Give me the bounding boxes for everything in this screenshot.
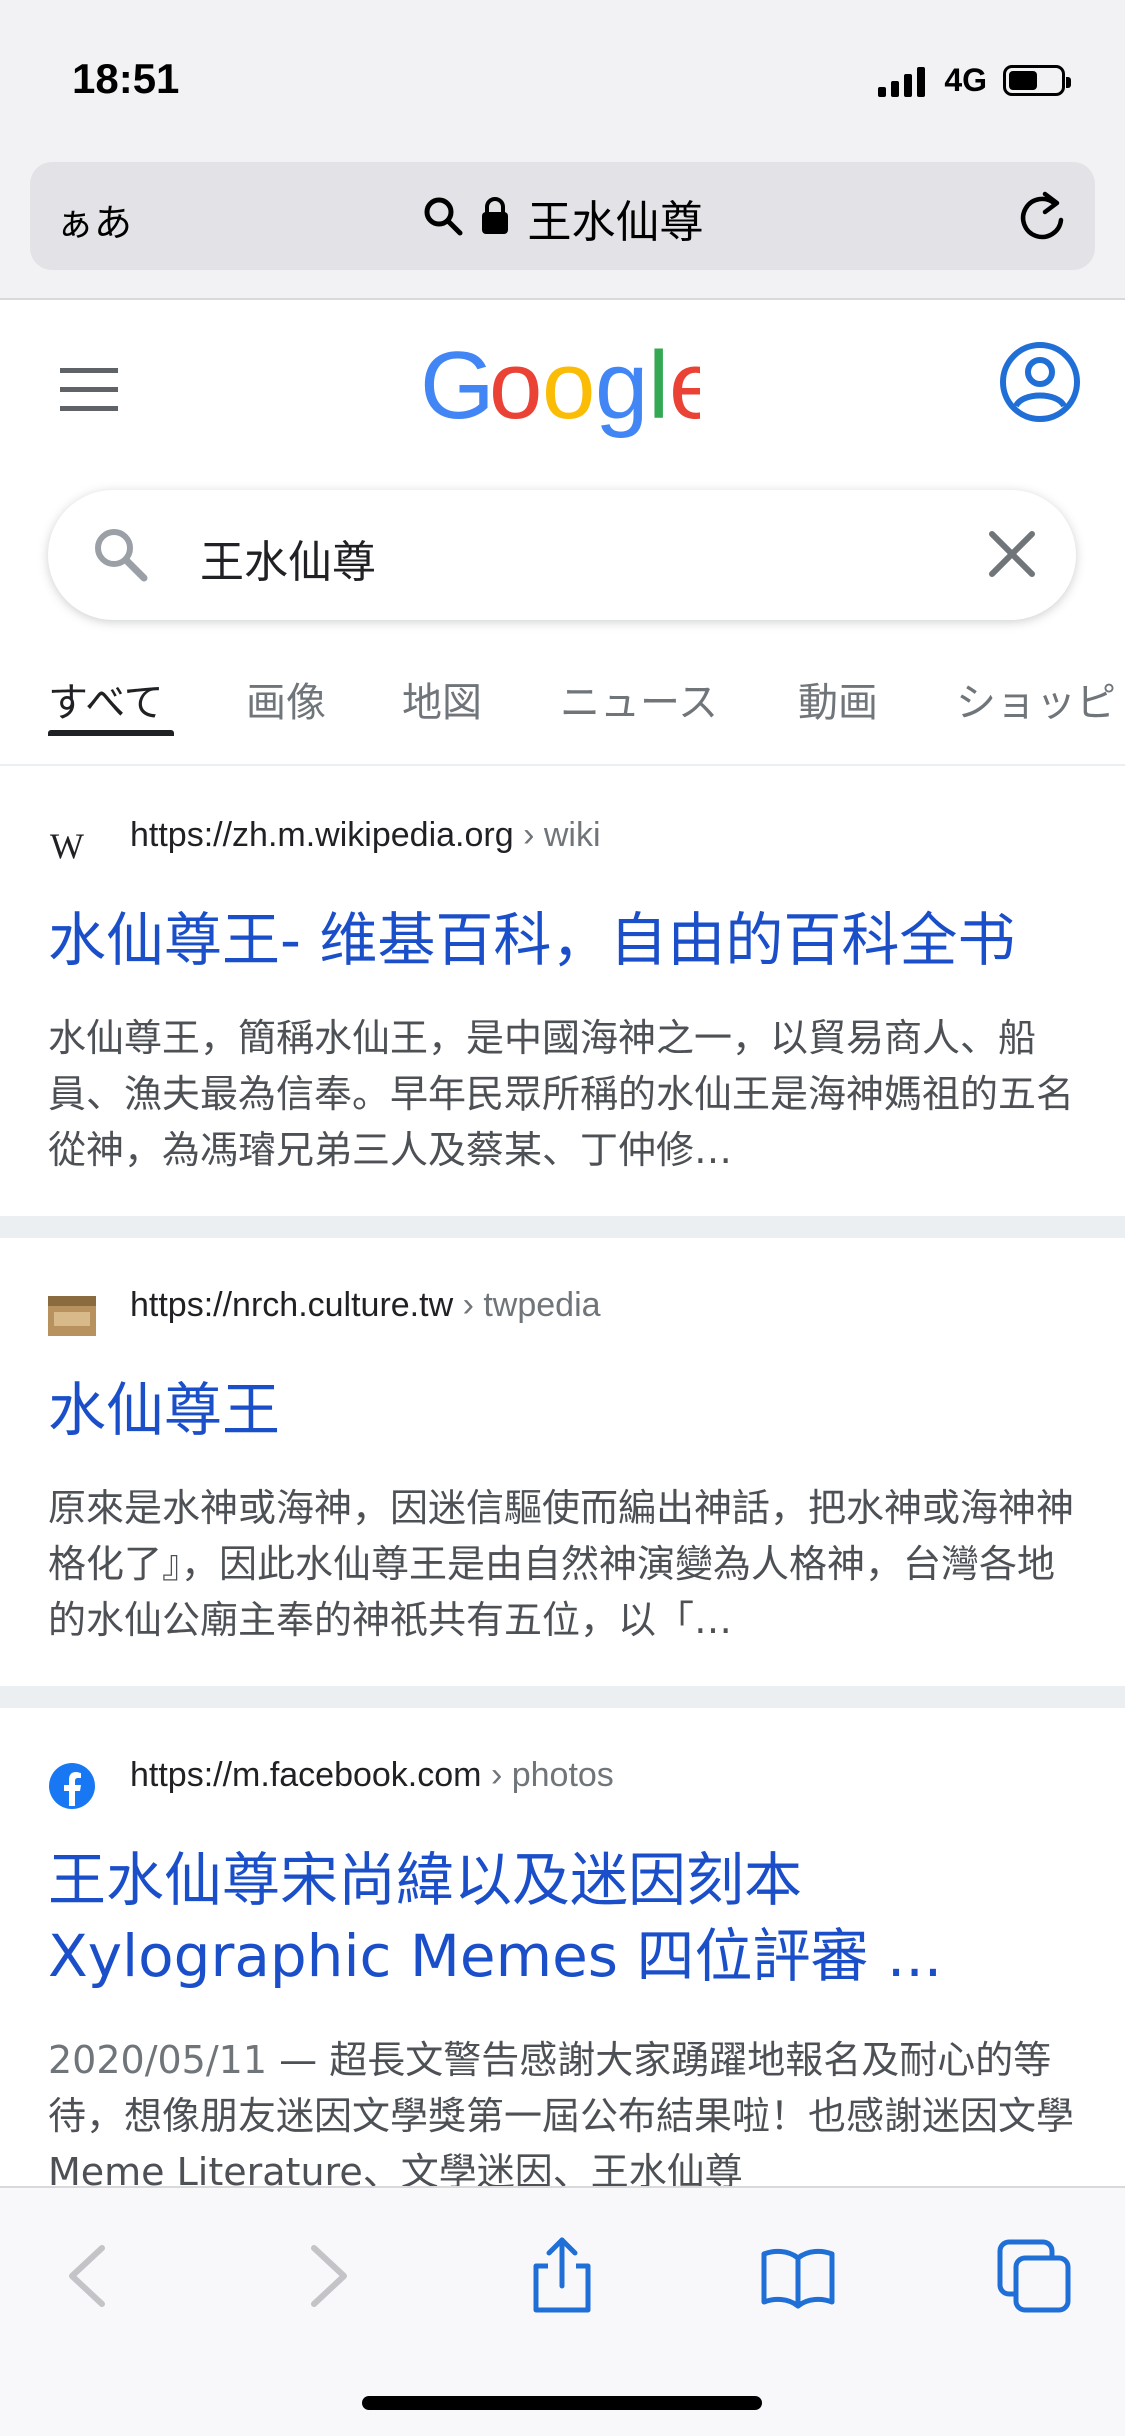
tab-images[interactable]: 画像 — [246, 670, 326, 728]
result-url: https://nrch.culture.tw — [130, 1286, 454, 1324]
result-source[interactable]: https://m.facebook.com › photos — [130, 1756, 614, 1795]
address-text: 王水仙尊 — [527, 197, 704, 248]
result-divider — [0, 1216, 1125, 1238]
account-circle-icon[interactable] — [998, 340, 1082, 428]
svg-text:g: g — [595, 340, 648, 439]
svg-text:G: G — [420, 340, 495, 439]
search-result: https://m.facebook.com › photos 王水仙尊宋尚緯以… — [0, 1708, 1125, 2194]
tabs-icon[interactable] — [994, 2236, 1074, 2316]
result-breadcrumb: › wiki — [513, 816, 601, 854]
search-icon — [90, 524, 150, 588]
hamburger-menu-icon[interactable] — [60, 368, 118, 416]
result-divider — [0, 1686, 1125, 1708]
result-title-link[interactable]: 水仙尊王 — [48, 1372, 1085, 1448]
result-date: 2020/05/11 — [48, 2038, 268, 2082]
svg-text:o: o — [489, 340, 542, 439]
reload-icon[interactable] — [1015, 188, 1069, 248]
status-indicators: 4G — [878, 62, 1071, 99]
facebook-icon — [48, 1762, 96, 1810]
culture-site-icon — [48, 1292, 96, 1340]
network-label: 4G — [944, 62, 987, 98]
tab-videos[interactable]: 動画 — [798, 670, 878, 728]
svg-text:e: e — [669, 340, 700, 439]
search-tabs: すべて 画像 地図 ニュース 動画 ショッピ — [0, 662, 1125, 766]
result-breadcrumb: › photos — [481, 1756, 614, 1794]
status-time: 18:51 — [72, 55, 180, 102]
address-bar[interactable]: ぁあ 王水仙尊 — [30, 162, 1095, 270]
search-box[interactable]: 王水仙尊 — [48, 490, 1076, 620]
result-snippet: 2020/05/11 — 超長文警告感謝大家踴躍地報名及耐心的等待，想像朋友迷因… — [48, 2032, 1085, 2200]
date-separator: — — [267, 2038, 330, 2082]
tab-shopping[interactable]: ショッピ — [956, 670, 1116, 728]
result-url: https://zh.m.wikipedia.org — [130, 816, 514, 854]
tab-maps[interactable]: 地図 — [402, 670, 482, 728]
search-result: W https://zh.m.wikipedia.org › wiki 水仙尊王… — [0, 768, 1125, 1216]
wikipedia-icon: W — [48, 822, 96, 870]
svg-text:W: W — [50, 826, 84, 866]
result-snippet: 原來是水神或海神，因迷信驅使而編出神話，把水神或海神神格化了』，因此水仙尊王是由… — [48, 1486, 1075, 1642]
bookmarks-icon[interactable] — [758, 2236, 838, 2316]
address-center[interactable]: 王水仙尊 — [30, 186, 1095, 250]
share-icon[interactable] — [522, 2236, 602, 2316]
svg-text:o: o — [542, 340, 595, 439]
svg-text:l: l — [648, 340, 669, 439]
result-source[interactable]: https://zh.m.wikipedia.org › wiki — [130, 816, 601, 855]
search-result: https://nrch.culture.tw › twpedia 水仙尊王 原… — [0, 1238, 1125, 1686]
result-url: https://m.facebook.com — [130, 1756, 482, 1794]
result-breadcrumb: › twpedia — [453, 1286, 601, 1324]
tab-news[interactable]: ニュース — [560, 670, 718, 728]
status-bar: 18:51 4G — [0, 0, 1125, 150]
lock-icon — [480, 196, 510, 240]
google-logo[interactable]: G o o g l e — [420, 332, 722, 444]
browser-address-area: ぁあ 王水仙尊 — [0, 150, 1125, 300]
home-indicator[interactable] — [362, 2396, 762, 2410]
result-snippet: 水仙尊王，簡稱水仙王，是中國海神之一，以貿易商人、船員、漁夫最為信奉。早年民眾所… — [48, 1016, 1075, 1172]
search-input[interactable]: 王水仙尊 — [200, 526, 376, 590]
battery-icon — [1003, 65, 1071, 96]
cellular-signal-icon — [878, 65, 930, 97]
result-title-link[interactable]: 水仙尊王- 维基百科，自由的百科全书 — [48, 902, 1085, 978]
result-source[interactable]: https://nrch.culture.tw › twpedia — [130, 1286, 601, 1325]
tab-all[interactable]: すべて — [48, 670, 164, 728]
forward-icon[interactable] — [286, 2236, 366, 2316]
clear-icon[interactable] — [986, 528, 1038, 584]
active-tab-indicator — [48, 730, 174, 736]
search-icon — [422, 195, 464, 241]
back-icon[interactable] — [50, 2236, 130, 2316]
result-title-link[interactable]: 王水仙尊宋尚緯以及迷因刻本 Xylographic Memes 四位評審 ... — [48, 1842, 1085, 1994]
